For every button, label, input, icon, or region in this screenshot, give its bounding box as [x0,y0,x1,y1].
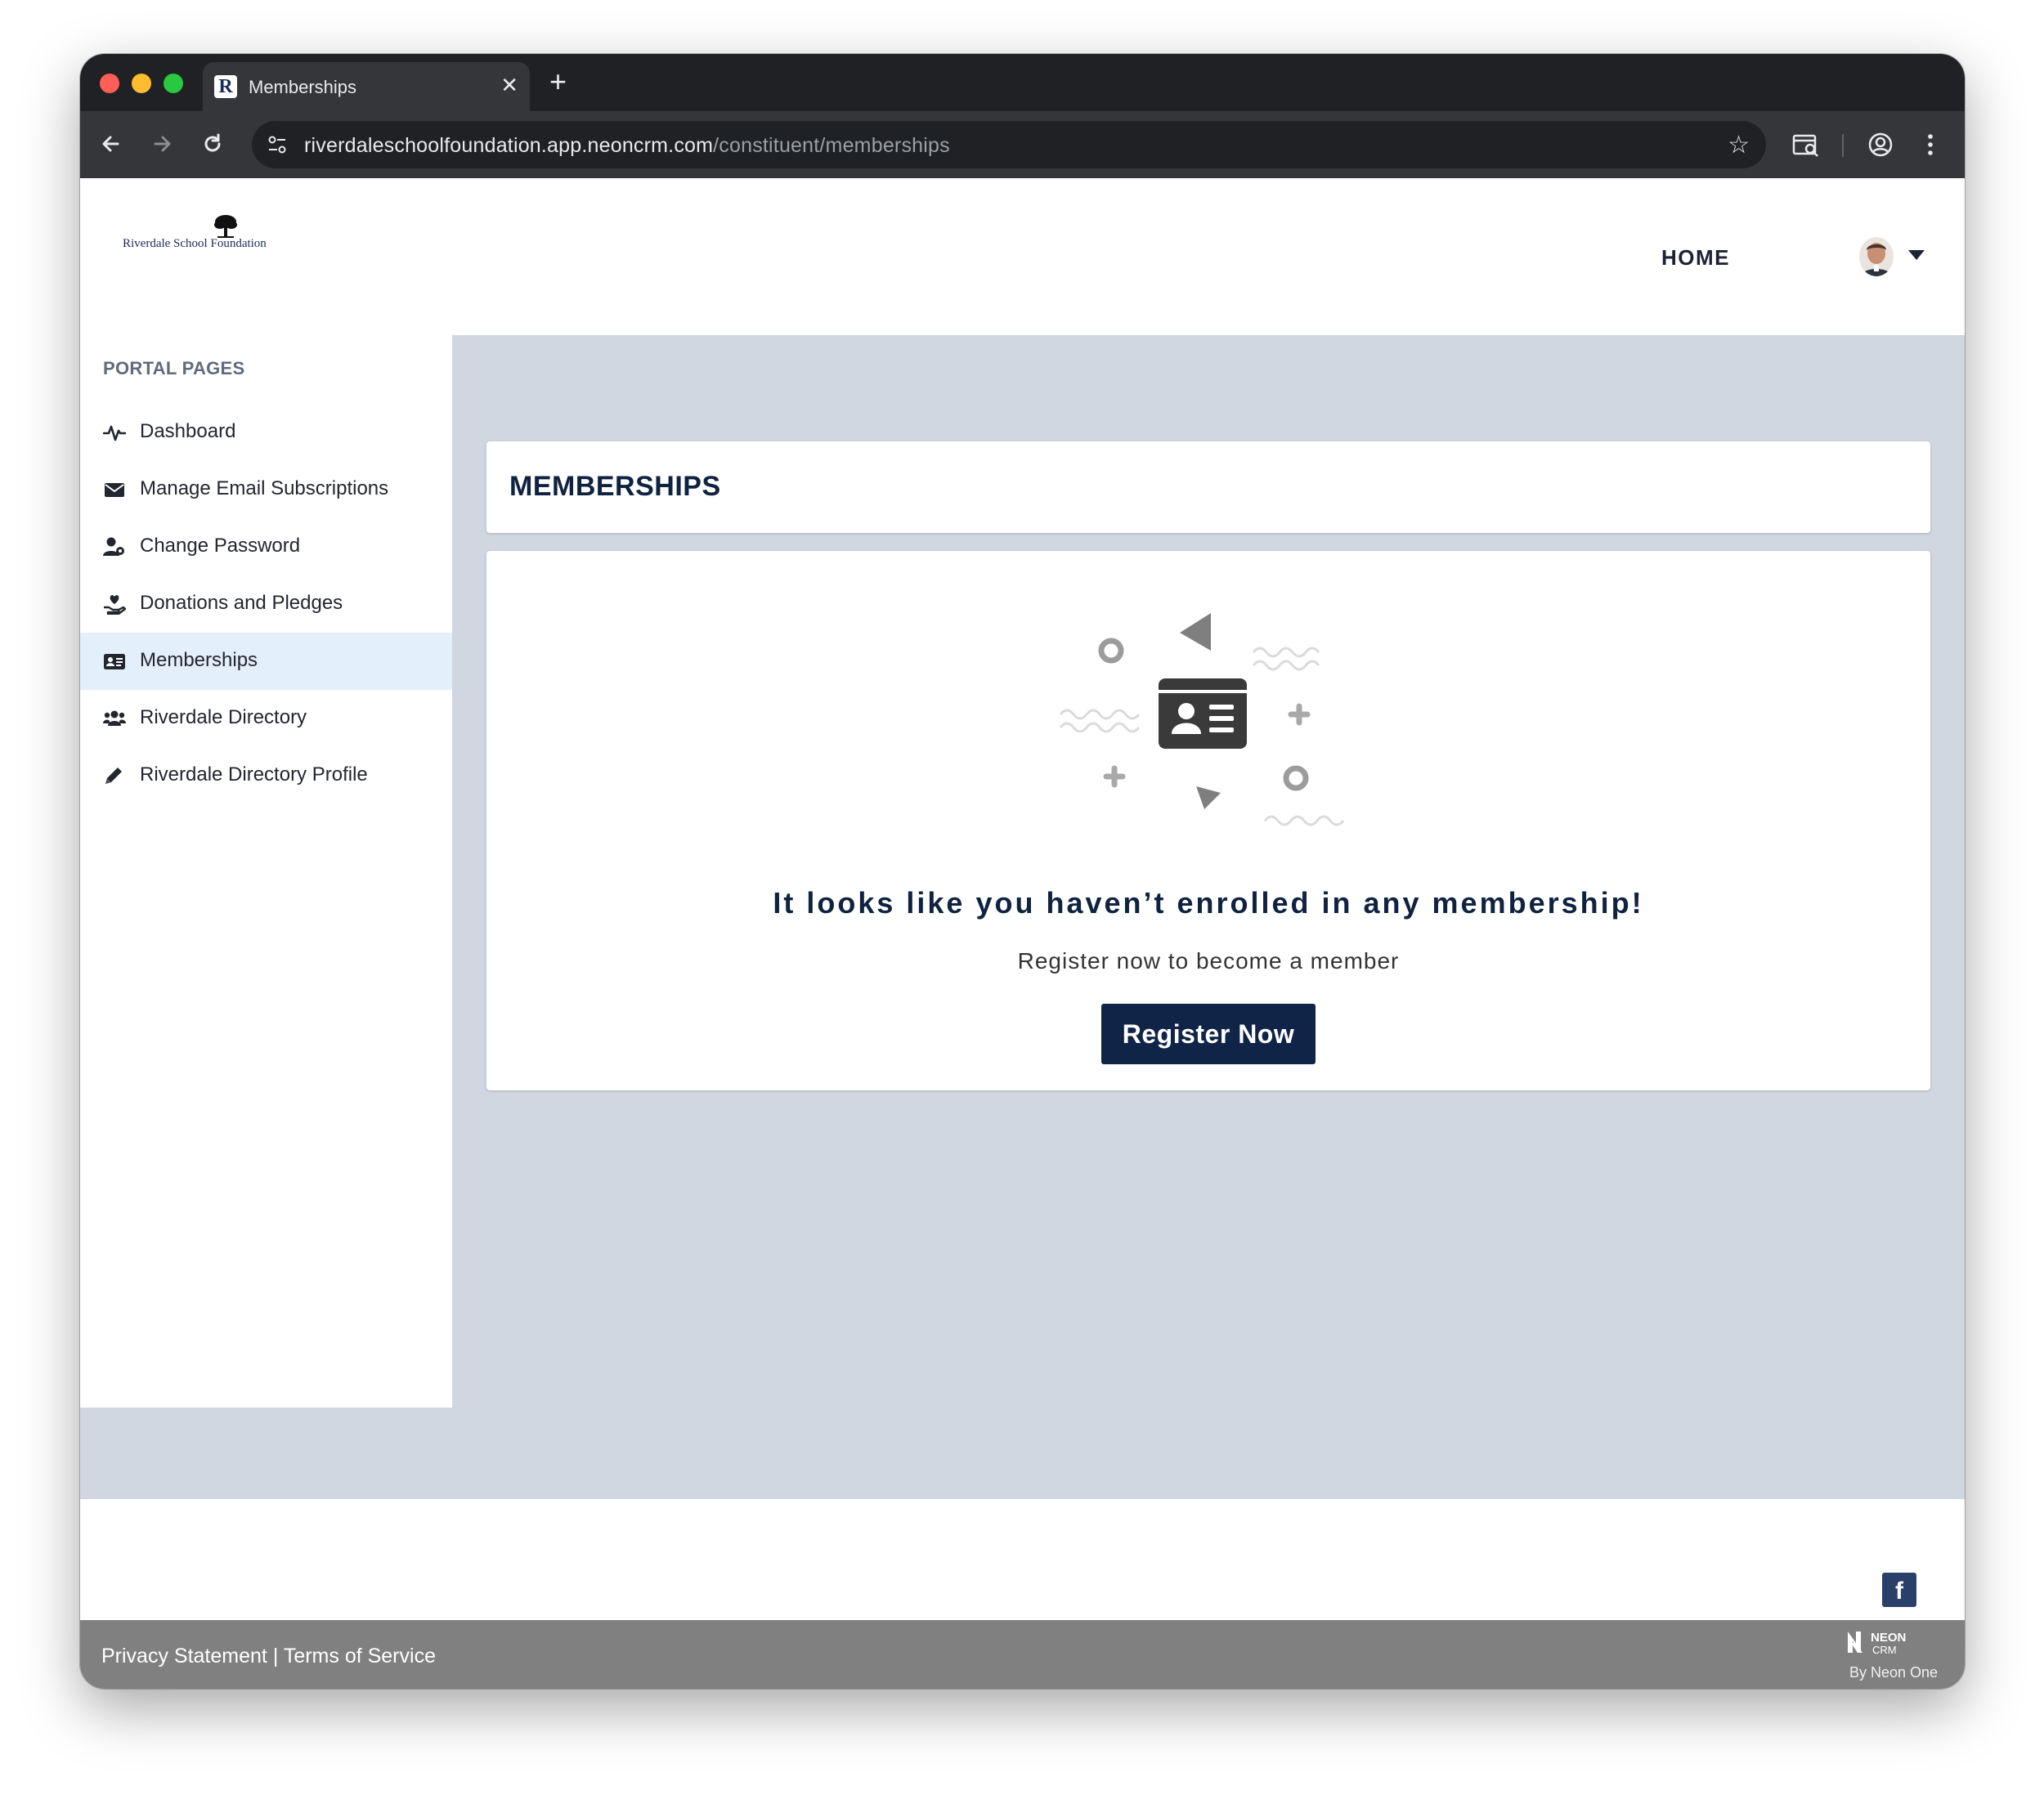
footer-social-area [80,1499,1965,1620]
sidebar-item-label: Memberships [140,649,258,671]
footer-bar: Privacy Statement | Terms of Service NEO… [80,1620,1965,1689]
back-arrow-icon[interactable] [93,126,129,162]
envelope-icon [105,483,124,497]
empty-state-card: It looks like you haven’t enrolled in an… [486,551,1930,1090]
tab-title: Memberships [249,77,357,97]
url-text: riverdaleschoolfoundation.app.neoncrm.co… [304,134,950,158]
forward-arrow-icon[interactable] [144,126,180,162]
bookmark-star-icon[interactable]: ☆ [1728,131,1750,159]
footer-separator: | [272,1645,279,1667]
logo-text: Riverdale School Foundation [123,237,267,250]
page: Riverdale School Foundation HOME PORTAL … [80,178,1965,1689]
sidebar-item-email-subscriptions[interactable]: Manage Email Subscriptions [80,461,452,518]
sidebar-item-label: Manage Email Subscriptions [140,477,389,499]
browser-window: R Memberships ✕ + riverdaleschoolfoundat… [80,54,1965,1689]
minimize-window-button[interactable] [132,74,151,93]
new-tab-icon[interactable]: + [549,65,567,98]
neon-brand-name: NEON [1871,1631,1906,1645]
sidebar-item-donations[interactable]: Donations and Pledges [80,575,452,633]
browser-tab[interactable]: R Memberships ✕ [203,62,530,111]
sidebar-heading: PORTAL PAGES [103,358,245,378]
terms-of-service-link[interactable]: Terms of Service [284,1645,436,1667]
browser-toolbar: riverdaleschoolfoundation.app.neoncrm.co… [80,111,1965,178]
sidebar-item-directory[interactable]: Riverdale Directory [80,690,452,747]
footer-links: Privacy Statement | Terms of Service [101,1645,436,1668]
maximize-window-button[interactable] [164,74,183,93]
avatar[interactable] [1859,237,1894,276]
sidebar-item-label: Donations and Pledges [140,592,343,614]
sidebar-item-label: Dashboard [140,420,236,442]
close-tab-icon[interactable]: ✕ [500,73,518,97]
pulse-icon [103,425,126,441]
pencil-icon [105,768,122,784]
page-title: MEMBERSHIPS [509,471,721,502]
address-bar[interactable]: riverdaleschoolfoundation.app.neoncrm.co… [252,121,1766,168]
toolbar-separator [1842,134,1844,157]
sidebar: PORTAL PAGES Dashboard Manage Email Subs… [80,335,452,1408]
tree-icon [214,215,237,238]
sidebar-item-directory-profile[interactable]: Riverdale Directory Profile [80,747,452,804]
chevron-down-icon[interactable] [1908,250,1925,260]
sidebar-item-memberships[interactable]: Memberships [80,633,452,690]
facebook-icon[interactable]: f [1882,1573,1916,1607]
hand-heart-icon [104,595,126,615]
membership-card-illustration [1059,613,1345,826]
neon-crm-logo[interactable]: NEON CRM [1846,1625,1944,1661]
sidebar-item-label: Riverdale Directory Profile [140,763,368,786]
sidebar-item-label: Change Password [140,535,301,557]
sidebar-item-change-password[interactable]: Change Password [80,518,452,575]
tab-strip: R Memberships ✕ + [80,54,1965,111]
empty-state-subtext: Register now to become a member [1017,948,1400,974]
sidebar-item-label: Riverdale Directory [140,706,307,728]
empty-state-heading: It looks like you haven’t enrolled in an… [773,886,1644,920]
id-card-icon [104,654,125,669]
neon-brand-sub: CRM [1872,1644,1897,1656]
home-link[interactable]: HOME [1661,245,1730,271]
profile-icon[interactable] [1865,129,1896,160]
neon-by-text: By Neon One [1849,1664,1939,1681]
users-icon [103,710,126,726]
tab-search-icon[interactable] [1791,129,1822,160]
user-gear-icon [103,537,124,556]
reload-icon[interactable] [195,126,231,162]
sidebar-item-dashboard[interactable]: Dashboard [80,404,452,461]
site-logo[interactable]: Riverdale School Foundation [123,214,270,255]
favicon-icon: R [214,75,237,98]
url-host: riverdaleschoolfoundation.app.neoncrm.co… [304,134,714,157]
url-path: /constituent/memberships [713,134,950,157]
privacy-statement-link[interactable]: Privacy Statement [101,1645,267,1667]
site-settings-icon[interactable] [267,134,288,155]
close-window-button[interactable] [100,74,119,93]
page-title-card: MEMBERSHIPS [486,441,1930,533]
register-now-button[interactable]: Register Now [1101,1004,1316,1064]
kebab-menu-icon[interactable] [1915,129,1946,160]
